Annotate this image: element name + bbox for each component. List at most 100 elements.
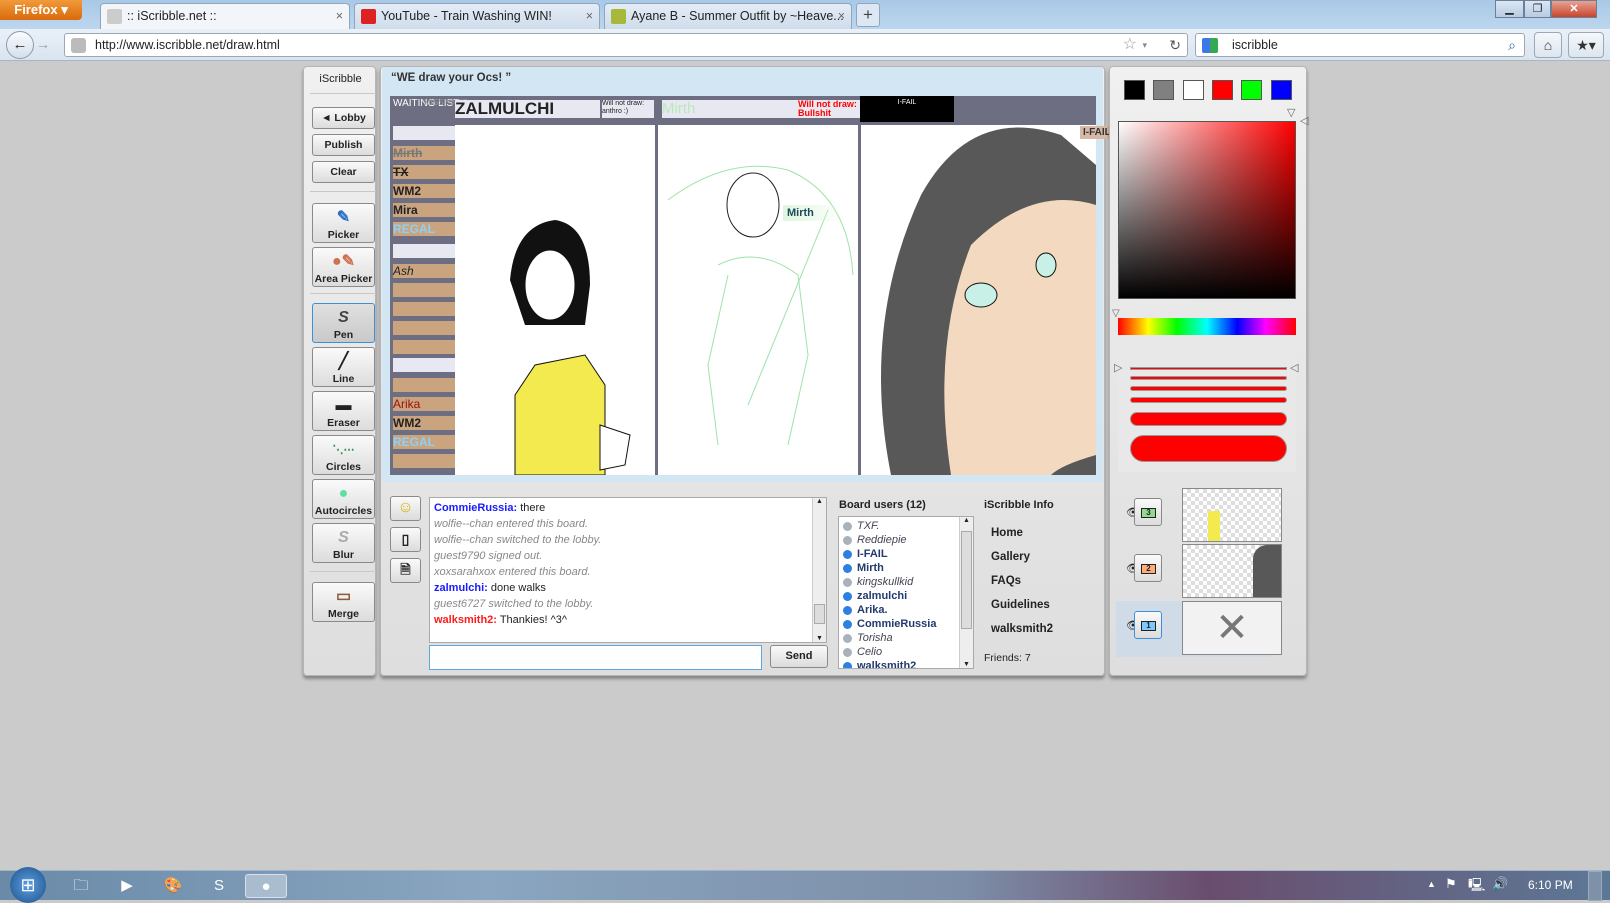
new-tab-button[interactable]: + [856,3,880,27]
line-tool-button[interactable]: ╱ Line [312,347,375,387]
board-settings-button[interactable]: 🗎 [390,558,421,583]
back-button[interactable]: ← [6,31,34,59]
firefox-taskbar-icon[interactable]: ● [245,874,287,898]
saturation-brightness-picker[interactable] [1118,121,1296,299]
minimize-button[interactable]: ▁ [1495,0,1524,18]
profile-link[interactable]: walksmith2 [991,623,1053,635]
home-button[interactable]: ⌂ [1534,32,1562,58]
start-button[interactable]: ⊞ [10,867,46,903]
layer-2-thumbnail[interactable] [1182,544,1282,598]
scroll-thumb[interactable] [961,531,972,629]
close-window-button[interactable]: ✕ [1551,0,1597,18]
eraser-tool-button[interactable]: ▬ Eraser [312,391,375,431]
board-user[interactable]: Celio [839,645,973,659]
brush-size-handle-right[interactable]: ◁ [1290,361,1298,374]
chat-input[interactable] [429,645,762,670]
drawing-canvas[interactable]: WAITING LIST MISSPINKS ZALMULCHI Will no… [390,96,1096,475]
search-field[interactable]: iscribble ⌕ [1195,33,1525,57]
brush-size-option[interactable] [1130,376,1287,380]
board-user[interactable]: CommieRussia [839,617,973,631]
sv-marker-handle[interactable]: ▽ [1287,106,1295,119]
close-tab-icon[interactable]: × [586,4,593,28]
send-button[interactable]: Send [770,645,828,668]
paint-icon[interactable]: 🎨 [160,874,186,898]
url-field[interactable]: http://www.iscribble.net/draw.html ☆ ▾ ↻ [64,33,1188,57]
board-user[interactable]: walksmith2 [839,659,973,668]
brush-size-handle-left[interactable]: ▷ [1114,361,1122,374]
color-swatch[interactable] [1182,80,1204,100]
layer-1[interactable]: 👁 1 ✕ [1116,601,1282,657]
restore-button[interactable]: ❐ [1524,0,1551,18]
sv-marker-handle[interactable]: ◁ [1300,114,1308,127]
brush-size-option[interactable] [1130,397,1287,403]
users-scrollbar[interactable]: ▲ ▼ [959,517,973,668]
board-user[interactable]: I-FAIL [839,547,973,561]
close-tab-icon[interactable]: × [336,4,343,28]
bookmark-star-icon[interactable]: ☆ [1123,34,1137,56]
forward-button[interactable]: → [36,36,50,52]
home-link[interactable]: Home [991,527,1023,539]
guidelines-link[interactable]: Guidelines [991,599,1050,611]
layer-2-button[interactable]: 2 [1134,554,1162,582]
pen-tool-button[interactable]: S Pen [312,303,375,343]
color-swatch[interactable] [1211,80,1233,100]
faqs-link[interactable]: FAQs [991,575,1021,587]
skype-icon[interactable]: S [206,874,232,898]
panel-toggle-button[interactable]: ▯ [390,527,421,552]
tab-youtube[interactable]: YouTube - Train Washing WIN! × [354,3,600,29]
lobby-button[interactable]: ◄ Lobby [312,107,375,129]
brush-size-option[interactable] [1130,435,1287,462]
layer-3-thumbnail[interactable] [1182,488,1282,542]
clock[interactable]: 6:10 PM [1528,878,1573,892]
hue-slider[interactable] [1118,318,1296,335]
show-hidden-icons[interactable]: ▲ [1427,879,1436,889]
scroll-down-arrow[interactable]: ▼ [960,661,973,668]
brush-size-option[interactable] [1130,412,1287,426]
layer-1-button[interactable]: 1 [1134,611,1162,639]
brush-size-option[interactable] [1130,386,1287,391]
circles-tool-button[interactable]: ⋱⋯ Circles [312,435,375,475]
brush-size-option[interactable] [1130,367,1287,370]
board-user[interactable]: Reddiepie [839,533,973,547]
board-user[interactable]: zalmulchi [839,589,973,603]
network-icon[interactable]: 🖳 [1468,876,1485,898]
layer-1-thumbnail[interactable]: ✕ [1182,601,1282,655]
scroll-up-arrow[interactable]: ▲ [960,517,973,530]
google-search-engine-icon[interactable] [1202,38,1218,53]
tab-deviantart[interactable]: Ayane B - Summer Outfit by ~Heave... × [604,3,852,29]
scroll-up-arrow[interactable]: ▲ [813,498,826,511]
board-user[interactable]: Torisha [839,631,973,645]
explorer-icon[interactable]: 🗀 [68,874,94,898]
reload-icon[interactable]: ↻ [1169,34,1181,56]
bookmarks-button[interactable]: ★▾ [1568,32,1604,58]
color-swatch[interactable] [1270,80,1292,100]
show-desktop-button[interactable] [1588,871,1602,901]
autocircles-tool-button[interactable]: ● Autocircles [312,479,375,519]
layer-3[interactable]: 👁 3 [1116,488,1282,544]
close-tab-icon[interactable]: × [838,4,845,28]
color-swatch[interactable] [1153,80,1175,100]
board-user[interactable]: TXF. [839,519,973,533]
gallery-link[interactable]: Gallery [991,551,1030,563]
layer-2[interactable]: 👁 2 [1116,544,1282,600]
clear-button[interactable]: Clear [312,161,375,183]
search-icon[interactable]: ⌕ [1508,34,1516,56]
layer-3-button[interactable]: 3 [1134,498,1162,526]
publish-button[interactable]: Publish [312,134,375,156]
media-player-icon[interactable]: ▶ [114,874,140,898]
scroll-down-arrow[interactable]: ▼ [813,635,826,642]
color-swatch[interactable] [1124,80,1145,100]
blur-tool-button[interactable]: S Blur [312,523,375,563]
picker-tool-button[interactable]: ✎ Picker [312,203,375,243]
board-user[interactable]: Arika. [839,603,973,617]
volume-icon[interactable]: 🔊 [1492,876,1508,892]
history-dropdown-icon[interactable]: ▾ [1142,34,1147,56]
area-picker-tool-button[interactable]: ●✎ Area Picker [312,247,375,287]
away-status-button[interactable]: ☺ [390,496,421,521]
hue-slider-handle[interactable]: ▽ [1112,308,1120,319]
firefox-menu-button[interactable]: Firefox ▾ [0,0,82,20]
scroll-thumb[interactable] [814,604,825,624]
color-swatch[interactable] [1241,80,1263,100]
board-user[interactable]: kingskullkid [839,575,973,589]
action-center-flag-icon[interactable]: ⚑ [1445,876,1457,892]
